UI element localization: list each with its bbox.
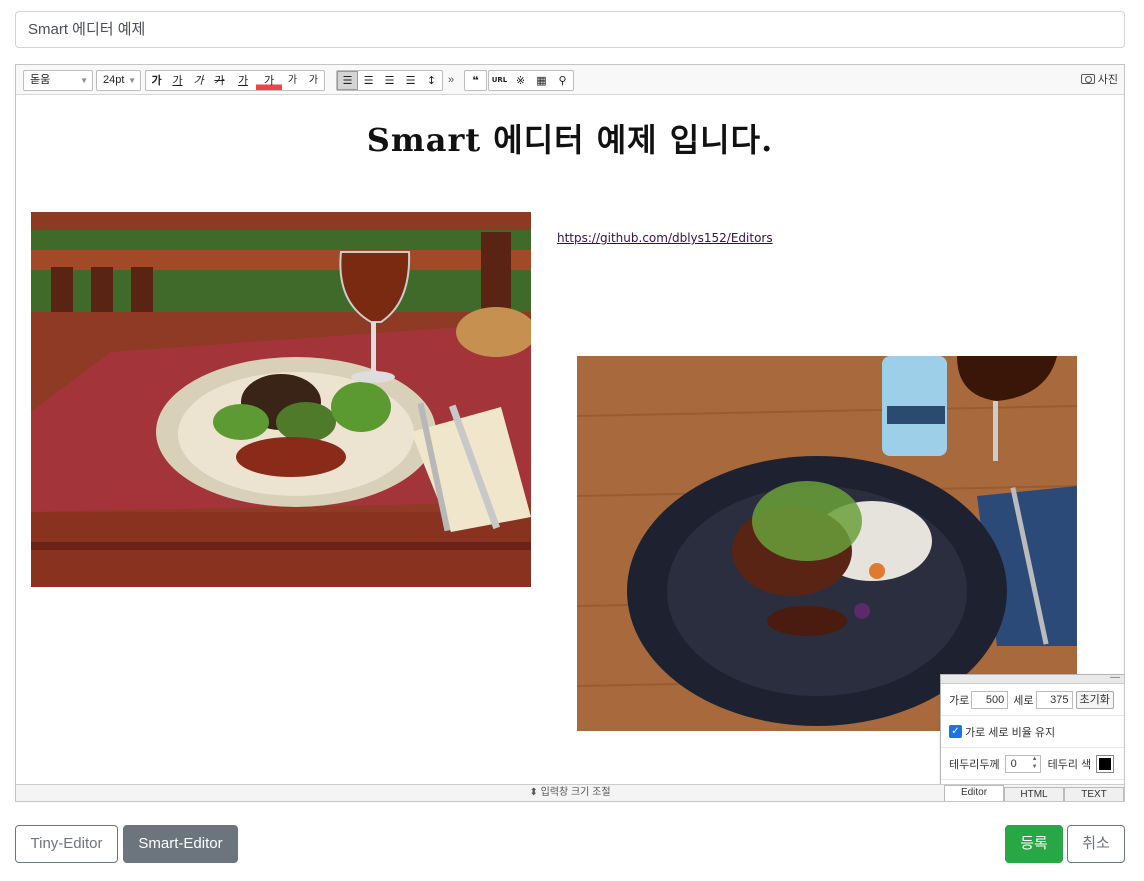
color-swatch-fill [1099,757,1112,770]
width-label: 가로 [949,694,970,707]
font-family-value: 돋움 [30,74,51,86]
quote-button[interactable]: ❝ [465,71,486,90]
underline-button[interactable]: 가 [167,71,188,90]
border-color-swatch[interactable] [1096,754,1115,773]
chevron-down-icon: ▼ [128,76,136,85]
stepper-arrows-icon[interactable]: ▲ ▼ [1032,755,1038,771]
title-input[interactable]: Smart 에디터 예제 [15,11,1125,48]
height-label: 세로 [1013,694,1034,707]
border-width-stepper[interactable]: 0 ▲ ▼ [1004,754,1041,773]
submit-button[interactable]: 등록 [1005,825,1063,863]
border-width-value: 0 [1010,757,1017,770]
editor-content[interactable]: Smart 에디터 예제 입니다. https://github.com/dbl… [16,95,1124,785]
table-button[interactable]: ▦ [531,71,552,90]
tab-html[interactable]: HTML [1004,787,1064,801]
photo-label: 사진 [1097,74,1118,86]
panel-header: — [941,672,1124,684]
content-heading: Smart 에디터 예제 입니다. [366,121,774,159]
align-justify-icon: ☰ [405,74,416,87]
subscript-button[interactable]: 가 [303,71,324,90]
format-button-group: 가 가 가 가 가 가 가 가 [145,70,325,91]
editor-mode-tabs: Editor HTML TEXT [944,785,1124,801]
smart-editor-button[interactable]: Smart-Editor [123,825,238,863]
tab-editor[interactable]: Editor [944,785,1004,801]
food-photo-1-graphic [31,212,531,587]
font-size-value: 24pt [103,74,125,86]
font-color-button[interactable]: 가 [230,71,256,90]
width-input[interactable]: 500 [971,690,1009,709]
special-char-button[interactable]: ※ [510,71,531,90]
align-left-icon: ☰ [342,74,353,87]
line-height-button[interactable]: ↕ [421,71,442,90]
editor-toolbar: 돋움 ▼ 24pt ▼ 가 가 가 가 가 가 가 가 ☰ ☰ ☰ ☰ ↕ » … [16,65,1124,95]
food-photo-1[interactable] [31,212,531,587]
insert-button-group: URL ※ ▦ ⚲ [488,70,574,91]
align-center-button[interactable]: ☰ [358,71,379,90]
font-family-select[interactable]: 돋움 ▼ [23,70,93,91]
table-icon: ▦ [536,74,547,87]
tab-text[interactable]: TEXT [1064,787,1124,801]
github-link[interactable]: https://github.com/dblys152/Editors [557,231,773,245]
align-right-icon: ☰ [384,74,395,87]
quote-icon: ❝ [472,74,479,87]
size-row: 가로 500 세로 375 초기화 [941,684,1124,716]
align-justify-button[interactable]: ☰ [400,71,421,90]
line-height-icon: ↕ [426,74,437,87]
align-button-group: ☰ ☰ ☰ ☰ ↕ [336,70,443,91]
quote-button-group: ❝ [464,70,487,91]
keep-ratio-checkbox[interactable]: ✓ [949,725,962,738]
height-input[interactable]: 375 [1035,690,1073,709]
search-icon: ⚲ [558,74,567,87]
keep-ratio-label: 가로 세로 비율 유지 [965,726,1056,739]
align-right-button[interactable]: ☰ [379,71,400,90]
font-size-select[interactable]: 24pt ▼ [96,70,141,91]
border-color-label: 테두리 색 [1047,758,1092,771]
camera-icon [1080,74,1095,84]
url-button[interactable]: URL [489,71,510,90]
align-left-button[interactable]: ☰ [337,71,358,90]
photo-button[interactable]: 사진 [1080,71,1118,89]
border-width-label: 테두리두께 [949,758,1000,771]
more-button[interactable]: » [448,70,454,91]
ratio-row: ✓ 가로 세로 비율 유지 [941,716,1124,748]
bold-button[interactable]: 가 [146,71,167,90]
background-color-button[interactable]: 가 [256,71,282,90]
italic-button[interactable]: 가 [188,71,209,90]
tiny-editor-button[interactable]: Tiny-Editor [15,825,118,863]
align-center-icon: ☰ [363,74,374,87]
chevron-down-icon: ▼ [80,76,88,85]
reset-button[interactable]: 초기화 [1075,690,1114,709]
find-replace-button[interactable]: ⚲ [552,71,573,90]
smart-editor: 돋움 ▼ 24pt ▼ 가 가 가 가 가 가 가 가 ☰ ☰ ☰ ☰ ↕ » … [15,64,1125,802]
border-row: 테두리두께 0 ▲ ▼ 테두리 색 [941,748,1124,780]
image-properties-panel: — 가로 500 세로 375 초기화 ✓ 가로 세로 비율 유지 테두리두께 … [940,672,1124,785]
cancel-button[interactable]: 취소 [1067,825,1125,863]
superscript-button[interactable]: 가 [282,71,303,90]
minimize-icon[interactable]: — [1110,672,1120,683]
strikethrough-button[interactable]: 가 [209,71,230,90]
